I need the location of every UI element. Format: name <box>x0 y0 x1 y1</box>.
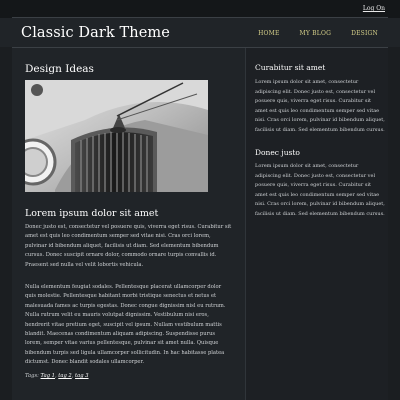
tag-link-2[interactable]: tag 2 <box>58 373 71 379</box>
sidebar-block-1-text: Lorem ipsum dolor sit amet, consectetur … <box>255 79 385 133</box>
sidebar-block-1-title: Curabitur sit amet <box>255 63 326 72</box>
post-paragraph-1: Donec justo est, consectetur vel posuere… <box>25 224 232 268</box>
tags-label: Tags: <box>25 373 39 379</box>
tag-link-3[interactable]: tag 3 <box>75 373 88 379</box>
post-paragraph-2: Nulla elementum feugiat sodales. Pellent… <box>25 284 226 366</box>
main-nav: HOME MY BLOG DESIGN <box>258 30 378 37</box>
sidebar-block-2-text: Lorem ipsum dolor sit amet, consectetur … <box>255 163 385 217</box>
header-divider-top <box>12 17 388 18</box>
sidebar-block-2-title: Donec justo <box>255 148 300 157</box>
nav-item-my-blog[interactable]: MY BLOG <box>300 30 332 37</box>
post-title[interactable]: Lorem ipsum dolor sit amet <box>25 208 158 219</box>
nav-item-design[interactable]: DESIGN <box>351 30 378 37</box>
top-bar <box>0 0 400 18</box>
post-tags: Tags: Tag 1, tag 2, tag 3 <box>25 373 89 379</box>
log-on-link[interactable]: Log On <box>363 5 385 12</box>
car-grille-photo <box>25 80 208 192</box>
nav-item-home[interactable]: HOME <box>258 30 279 37</box>
tag-link-1[interactable]: Tag 1 <box>41 373 55 379</box>
site-title[interactable]: Classic Dark Theme <box>21 25 170 41</box>
section-title: Design Ideas <box>25 63 94 75</box>
